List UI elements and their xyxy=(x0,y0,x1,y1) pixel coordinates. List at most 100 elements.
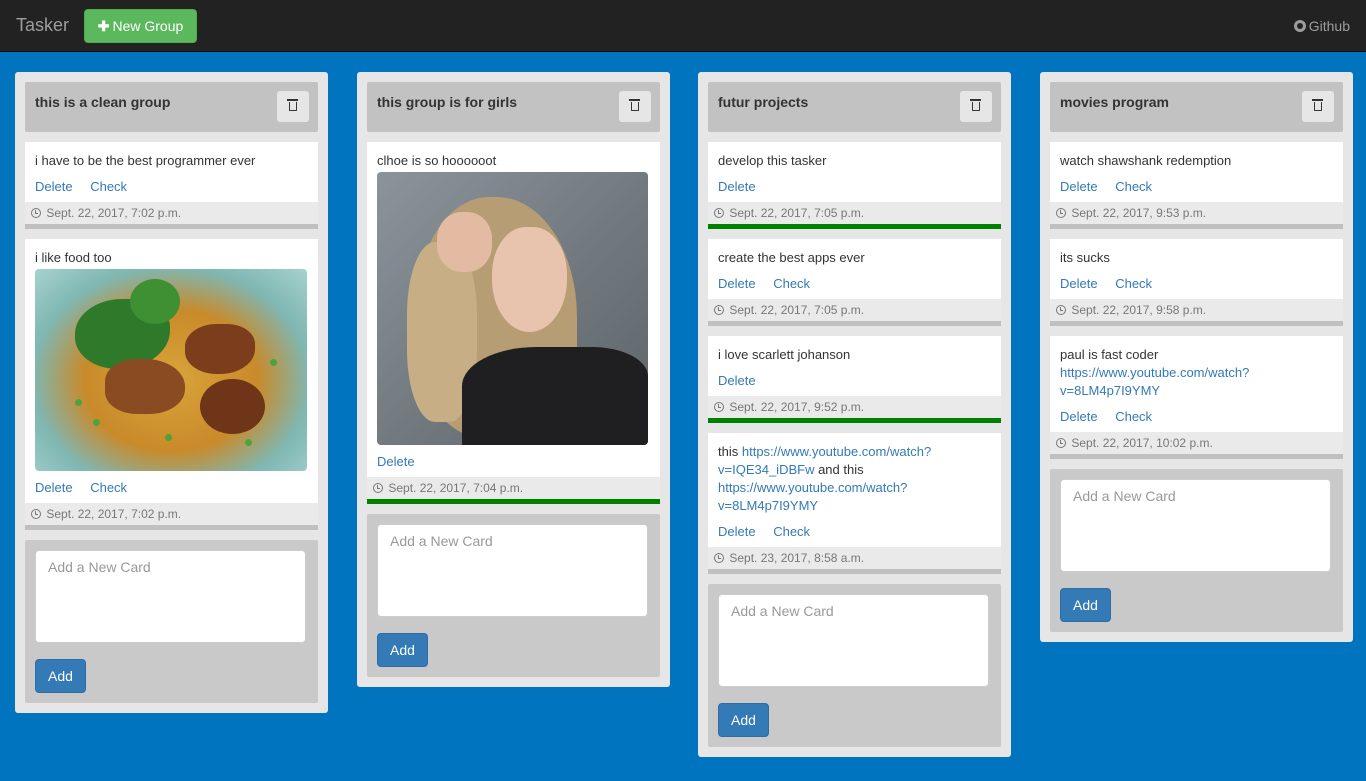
card-text: clhoe is so hoooooot xyxy=(377,153,497,168)
group-header: futur projects xyxy=(708,82,1001,132)
trash-icon xyxy=(629,99,640,111)
card-date-text: Sept. 22, 2017, 9:58 p.m. xyxy=(1071,303,1207,317)
group: futur projects develop this tasker Delet… xyxy=(698,72,1011,757)
add-card-form: Add xyxy=(25,540,318,703)
check-card-link[interactable]: Check xyxy=(90,480,127,495)
delete-group-button[interactable] xyxy=(277,91,309,122)
brand[interactable]: Tasker xyxy=(16,15,69,36)
card-date: Sept. 23, 2017, 8:58 a.m. xyxy=(708,547,1001,569)
card: i like food too Delete Check Sept. 22, 2… xyxy=(25,239,318,530)
card-status-bar-done xyxy=(708,418,1001,423)
card-status-bar xyxy=(708,569,1001,574)
new-card-input[interactable] xyxy=(377,524,648,617)
card-date: Sept. 22, 2017, 9:52 p.m. xyxy=(708,396,1001,418)
delete-card-link[interactable]: Delete xyxy=(718,524,756,539)
delete-card-link[interactable]: Delete xyxy=(377,454,415,469)
clock-icon xyxy=(714,208,724,218)
card-text-prefix: this xyxy=(718,444,739,459)
delete-card-link[interactable]: Delete xyxy=(35,480,73,495)
delete-card-link[interactable]: Delete xyxy=(1060,276,1098,291)
clock-icon xyxy=(714,553,724,563)
clock-icon xyxy=(1056,208,1066,218)
card-link[interactable]: https://www.youtube.com/watch?v=8LM4p7I9… xyxy=(1060,365,1249,398)
clock-icon xyxy=(31,208,41,218)
card-text: i have to be the best programmer ever xyxy=(35,153,256,168)
card-text: create the best apps ever xyxy=(718,250,865,265)
add-card-form: Add xyxy=(367,514,660,677)
group-title: futur projects xyxy=(718,94,809,110)
clock-icon xyxy=(373,483,383,493)
card-link[interactable]: https://www.youtube.com/watch?v=8LM4p7I9… xyxy=(718,480,907,513)
card-date-text: Sept. 22, 2017, 9:52 p.m. xyxy=(729,400,865,414)
clock-icon xyxy=(31,509,41,519)
check-card-link[interactable]: Check xyxy=(1115,179,1152,194)
delete-card-link[interactable]: Delete xyxy=(1060,409,1098,424)
trash-icon xyxy=(1312,99,1323,111)
github-link[interactable]: Github xyxy=(1293,18,1350,34)
group-title: movies program xyxy=(1060,94,1169,110)
github-icon xyxy=(1293,20,1306,32)
card-date: Sept. 22, 2017, 7:05 p.m. xyxy=(708,202,1001,224)
add-card-button[interactable]: Add xyxy=(718,703,769,737)
new-card-input[interactable] xyxy=(35,550,306,643)
card-text: paul is fast coder xyxy=(1060,347,1159,362)
card-status-bar-done xyxy=(708,224,1001,229)
card-date-text: Sept. 22, 2017, 10:02 p.m. xyxy=(1071,436,1213,450)
card-status-bar xyxy=(1050,224,1343,229)
card-status-bar xyxy=(708,321,1001,326)
card-status-bar xyxy=(25,224,318,229)
card: i love scarlett johanson Delete Sept. 22… xyxy=(708,336,1001,423)
add-card-button[interactable]: Add xyxy=(35,659,86,693)
check-card-link[interactable]: Check xyxy=(773,276,810,291)
group-title: this group is for girls xyxy=(377,94,518,110)
delete-card-link[interactable]: Delete xyxy=(1060,179,1098,194)
add-card-button[interactable]: Add xyxy=(1060,588,1111,622)
food-image xyxy=(35,269,307,471)
delete-group-button[interactable] xyxy=(1302,91,1334,122)
add-card-form: Add xyxy=(708,584,1001,747)
card: this https://www.youtube.com/watch?v=IQE… xyxy=(708,433,1001,574)
card-text: watch shawshank redemption xyxy=(1060,153,1232,168)
group: this is a clean group i have to be the b… xyxy=(15,72,328,713)
delete-card-link[interactable]: Delete xyxy=(718,179,756,194)
delete-card-link[interactable]: Delete xyxy=(718,373,756,388)
card: paul is fast coder https://www.youtube.c… xyxy=(1050,336,1343,459)
card: clhoe is so hoooooot Delete Sept. 22, 20… xyxy=(367,142,660,504)
check-card-link[interactable]: Check xyxy=(90,179,127,194)
new-group-label: New Group xyxy=(112,18,184,34)
delete-card-link[interactable]: Delete xyxy=(718,276,756,291)
delete-group-button[interactable] xyxy=(619,91,651,122)
card-date: Sept. 22, 2017, 9:53 p.m. xyxy=(1050,202,1343,224)
check-card-link[interactable]: Check xyxy=(1115,409,1152,424)
card-date: Sept. 22, 2017, 7:05 p.m. xyxy=(708,299,1001,321)
card: i have to be the best programmer ever De… xyxy=(25,142,318,229)
card-status-bar xyxy=(1050,321,1343,326)
card-date-text: Sept. 22, 2017, 7:05 p.m. xyxy=(729,206,865,220)
card-text: i like food too xyxy=(35,250,112,265)
card-text-middle: and this xyxy=(818,462,864,477)
card-date-text: Sept. 23, 2017, 8:58 a.m. xyxy=(729,551,865,565)
card-status-bar-done xyxy=(367,499,660,504)
trash-icon xyxy=(970,99,981,111)
new-card-input[interactable] xyxy=(718,594,989,687)
group-title: this is a clean group xyxy=(35,94,171,110)
navbar: Tasker ✚ New Group Github xyxy=(0,0,1366,52)
card-date: Sept. 22, 2017, 9:58 p.m. xyxy=(1050,299,1343,321)
new-group-button[interactable]: ✚ New Group xyxy=(84,9,197,43)
delete-group-button[interactable] xyxy=(960,91,992,122)
add-card-form: Add xyxy=(1050,469,1343,632)
card-date: Sept. 22, 2017, 7:04 p.m. xyxy=(367,477,660,499)
group: movies program watch shawshank redemptio… xyxy=(1040,72,1353,642)
check-card-link[interactable]: Check xyxy=(1115,276,1152,291)
card-text: its sucks xyxy=(1060,250,1110,265)
add-card-button[interactable]: Add xyxy=(377,633,428,667)
clock-icon xyxy=(1056,438,1066,448)
card-date-text: Sept. 22, 2017, 7:02 p.m. xyxy=(46,206,182,220)
card-status-bar xyxy=(25,525,318,530)
card-date: Sept. 22, 2017, 7:02 p.m. xyxy=(25,503,318,525)
trash-icon xyxy=(287,99,298,111)
delete-card-link[interactable]: Delete xyxy=(35,179,73,194)
card: its sucks Delete Check Sept. 22, 2017, 9… xyxy=(1050,239,1343,326)
check-card-link[interactable]: Check xyxy=(773,524,810,539)
new-card-input[interactable] xyxy=(1060,479,1331,572)
